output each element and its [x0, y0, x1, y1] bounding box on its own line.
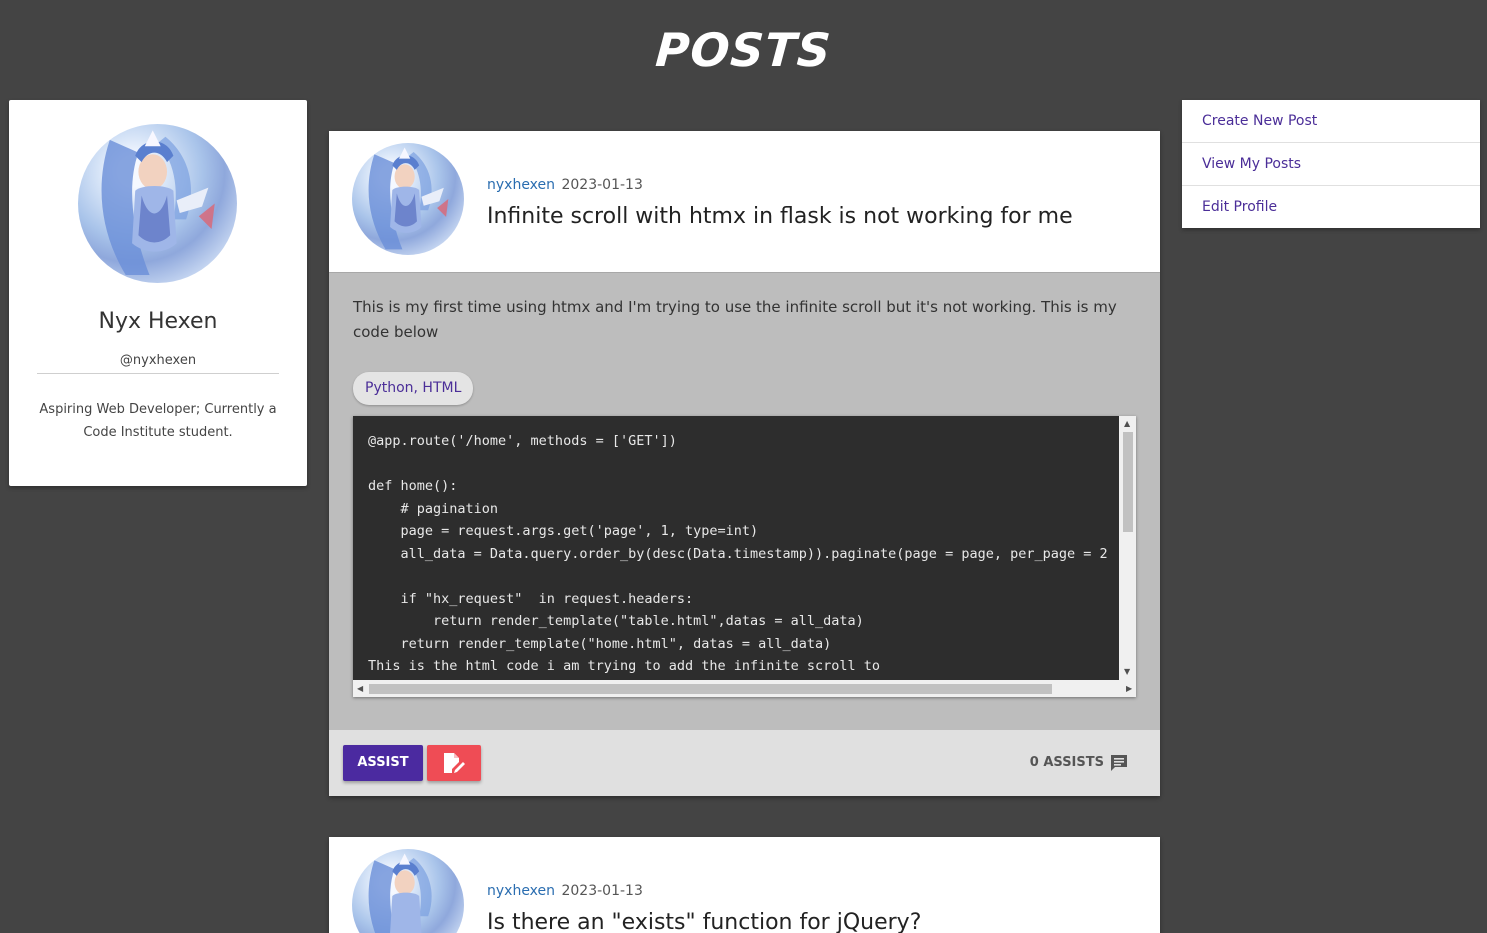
- code-block: @app.route('/home', methods = ['GET']) d…: [353, 416, 1136, 697]
- code-content: @app.route('/home', methods = ['GET']) d…: [368, 433, 1108, 674]
- post-meta: nyxhexen 2023-01-13: [487, 176, 643, 194]
- avatar-image: [368, 147, 449, 250]
- comment-icon: [1111, 755, 1127, 771]
- profile-handle: @nyxhexen: [37, 352, 279, 374]
- profile-bio: Aspiring Web Developer; Currently a Code…: [39, 402, 277, 440]
- horizontal-scrollbar[interactable]: ◀ ▶: [353, 680, 1136, 697]
- post-card: nyxhexen 2023-01-13 Infinite scroll with…: [329, 131, 1160, 796]
- scroll-up-arrow-icon[interactable]: ▲: [1124, 419, 1130, 429]
- edit-profile-link[interactable]: Edit Profile: [1182, 186, 1480, 228]
- vertical-scrollbar[interactable]: ▲ ▼: [1119, 416, 1136, 680]
- profile-card: Nyx Hexen @nyxhexen Aspiring Web Develop…: [9, 100, 307, 486]
- post-title[interactable]: Infinite scroll with htmx in flask is no…: [487, 202, 1147, 232]
- scroll-right-arrow-icon[interactable]: ▶: [1126, 684, 1132, 694]
- scroll-left-arrow-icon[interactable]: ◀: [357, 684, 363, 694]
- post-author-link[interactable]: nyxhexen: [487, 883, 555, 899]
- post-title[interactable]: Is there an "exists" function for jQuery…: [487, 908, 1147, 933]
- assist-button[interactable]: ASSIST: [343, 745, 423, 781]
- post-date: 2023-01-13: [561, 883, 643, 899]
- edit-post-button[interactable]: [427, 745, 481, 781]
- post-author-avatar[interactable]: [352, 143, 464, 255]
- post-footer: ASSIST 0 ASSISTS: [329, 730, 1160, 796]
- create-new-post-link[interactable]: Create New Post: [1182, 100, 1480, 143]
- profile-name: Nyx Hexen: [98, 309, 218, 334]
- post-header: nyxhexen 2023-01-13 Infinite scroll with…: [329, 131, 1160, 272]
- post-meta: nyxhexen 2023-01-13: [487, 882, 643, 900]
- assists-count: 0 ASSISTS: [1030, 754, 1128, 772]
- post-author-avatar[interactable]: [352, 849, 464, 933]
- edit-document-icon: [444, 753, 465, 773]
- view-my-posts-link[interactable]: View My Posts: [1182, 143, 1480, 186]
- horizontal-scroll-thumb[interactable]: [369, 684, 1052, 694]
- profile-avatar: [78, 124, 237, 283]
- post-date: 2023-01-13: [561, 177, 643, 193]
- avatar-image: [101, 130, 215, 276]
- page-title: POSTS: [653, 23, 834, 77]
- scroll-down-arrow-icon[interactable]: ▼: [1124, 667, 1130, 677]
- vertical-scroll-thumb[interactable]: [1123, 432, 1133, 532]
- post-body: This is my first time using htmx and I'm…: [329, 272, 1160, 730]
- post-card: nyxhexen 2023-01-13 Is there an "exists"…: [329, 837, 1160, 933]
- side-menu: Create New Post View My Posts Edit Profi…: [1182, 100, 1480, 228]
- post-header: nyxhexen 2023-01-13 Is there an "exists"…: [329, 837, 1160, 933]
- avatar-image: [368, 853, 432, 933]
- assists-count-label: 0 ASSISTS: [1029, 755, 1104, 770]
- tag-chip[interactable]: Python, HTML: [353, 372, 474, 405]
- post-text: This is my first time using htmx and I'm…: [353, 298, 1117, 341]
- post-author-link[interactable]: nyxhexen: [487, 177, 555, 193]
